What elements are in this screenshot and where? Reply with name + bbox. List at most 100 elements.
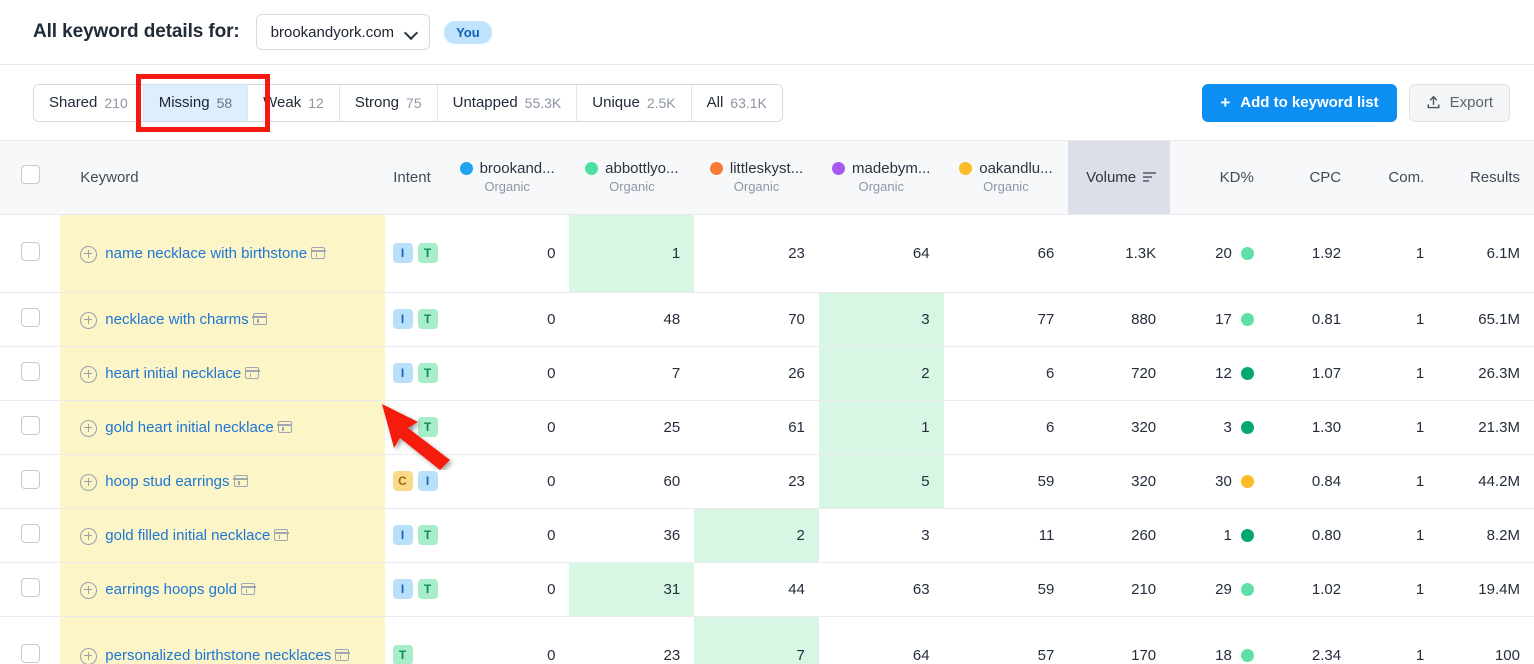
serp-features-icon[interactable] xyxy=(310,246,326,259)
competitor-rank-cell: 0 xyxy=(547,580,556,598)
header-com-cell[interactable]: Com. xyxy=(1355,141,1439,215)
keyword-link[interactable]: gold heart initial necklace xyxy=(105,419,273,436)
export-button[interactable]: Export xyxy=(1408,83,1510,122)
header-competitor-cell-2[interactable]: littleskyst... Organic xyxy=(694,141,819,215)
kd-cell: 29 xyxy=(1170,562,1268,616)
tab-untapped[interactable]: Untapped 55.3K xyxy=(437,84,578,121)
competitor-rank-cell: 7 xyxy=(694,616,819,664)
serp-features-icon[interactable] xyxy=(240,582,256,595)
sort-descending-icon[interactable] xyxy=(1143,172,1157,183)
header-intent-cell[interactable]: Intent xyxy=(384,141,445,215)
tab-missing[interactable]: Missing 58 xyxy=(143,84,249,121)
results-cell: 21.3M xyxy=(1478,418,1520,436)
competitor-rank-cell: 0 xyxy=(547,646,556,664)
add-keyword-icon[interactable] xyxy=(80,527,98,545)
cpc-cell: 1.92 xyxy=(1311,244,1342,262)
add-keyword-icon[interactable] xyxy=(80,647,98,664)
intent-badge-t[interactable]: T xyxy=(417,243,438,263)
keyword-link[interactable]: gold filled initial necklace xyxy=(105,527,270,544)
table-row[interactable]: heart initial necklace I T 0 7 26 2 6 720 12 1.07 1… xyxy=(0,346,1534,400)
intent-badge-t[interactable]: T xyxy=(417,579,438,599)
serp-features-icon[interactable] xyxy=(277,420,293,433)
table-row[interactable]: necklace with charms I T 0 48 70 3 77 880 17 0.81 1… xyxy=(0,292,1534,346)
add-keyword-icon[interactable] xyxy=(80,365,98,383)
table-row[interactable]: gold heart initial necklace I T 0 25 61 1 6 320 3… xyxy=(0,400,1534,454)
tab-weak[interactable]: Weak 12 xyxy=(248,84,340,121)
header-competitor-cell-0[interactable]: brookand... Organic xyxy=(444,141,570,215)
intent-badge-t[interactable]: T xyxy=(417,417,438,437)
add-keyword-icon[interactable] xyxy=(80,419,98,437)
competitor-rank-cell: 6 xyxy=(1045,418,1055,436)
cpc-cell: 0.81 xyxy=(1311,310,1342,328)
row-checkbox[interactable] xyxy=(20,361,40,381)
serp-features-icon[interactable] xyxy=(233,474,249,487)
intent-cell: T xyxy=(385,616,445,664)
keyword-filter-tabs: Shared 210 Missing 58 Weak 12 Strong 75 Untapped… xyxy=(33,83,783,122)
keyword-link[interactable]: heart initial necklace xyxy=(105,365,241,382)
intent-badge-i[interactable]: I xyxy=(392,363,413,383)
serp-features-icon[interactable] xyxy=(273,528,289,541)
tab-strong[interactable]: Strong 75 xyxy=(339,84,438,121)
intent-badge-t[interactable]: T xyxy=(392,645,413,664)
serp-features-icon[interactable] xyxy=(334,648,350,661)
intent-badge-i[interactable]: I xyxy=(392,417,413,437)
table-row[interactable]: personalized birthstone necklaces T 0 23 7 64… xyxy=(0,616,1534,664)
table-row[interactable]: hoop stud earrings C I 0 60 23 5 59 320 30 0.84 1 44… xyxy=(0,454,1534,508)
keyword-link[interactable]: personalized birthstone necklaces xyxy=(105,647,331,664)
table-row[interactable]: name necklace with birthstone I T 0 1 23 64 66 1… xyxy=(0,214,1534,292)
intent-badge-c[interactable]: C xyxy=(392,471,413,491)
add-keyword-icon[interactable] xyxy=(80,311,98,329)
row-checkbox[interactable] xyxy=(20,469,40,489)
tab-shared[interactable]: Shared 210 xyxy=(34,84,144,121)
tab-count: 63.1K xyxy=(730,94,767,111)
keyword-link[interactable]: name necklace with birthstone xyxy=(105,245,307,262)
row-select-cell xyxy=(0,214,60,292)
serp-features-icon[interactable] xyxy=(252,312,268,325)
select-all-checkbox[interactable] xyxy=(20,165,40,185)
header-keyword-cell[interactable]: Keyword xyxy=(60,141,385,215)
table-row[interactable]: earrings hoops gold I T 0 31 44 63 59 210 29 1.02 1… xyxy=(0,562,1534,616)
row-checkbox[interactable] xyxy=(20,643,40,663)
add-keyword-icon[interactable] xyxy=(80,245,98,263)
intent-badge-t[interactable]: T xyxy=(417,309,438,329)
intent-cell: IT xyxy=(385,292,445,346)
header-select-all-cell xyxy=(0,141,61,215)
header-volume-cell[interactable]: Volume xyxy=(1068,141,1171,215)
row-checkbox[interactable] xyxy=(20,523,40,543)
header-cpc-cell[interactable]: CPC xyxy=(1267,141,1356,215)
intent-cell: IT xyxy=(385,562,445,616)
tab-all[interactable]: All 63.1K xyxy=(691,84,782,121)
intent-badge-t[interactable]: T xyxy=(417,363,438,383)
add-keyword-icon[interactable] xyxy=(80,581,98,599)
intent-badge-i[interactable]: I xyxy=(392,579,413,599)
header-competitor-cell-1[interactable]: abbottlyo... Organic xyxy=(569,141,695,215)
competitor-rank-cell: 23 xyxy=(663,646,681,664)
row-checkbox[interactable] xyxy=(20,577,40,597)
table-row[interactable]: gold filled initial necklace I T 0 36 2 3 11 260… xyxy=(0,508,1534,562)
intent-badge-i[interactable]: I xyxy=(392,525,413,545)
header-kd-cell[interactable]: KD% xyxy=(1170,141,1268,215)
keyword-link[interactable]: necklace with charms xyxy=(105,311,248,328)
header-results-cell[interactable]: Results xyxy=(1438,141,1534,215)
intent-badge-i[interactable]: I xyxy=(392,309,413,329)
header-competitor-cell-4[interactable]: oakandlu... Organic xyxy=(943,141,1069,215)
intent-badge-i[interactable]: I xyxy=(392,243,413,263)
competitor-rank-cell: 0 xyxy=(547,244,556,262)
competitor-channel: Organic xyxy=(484,179,530,195)
header-competitor-cell-3[interactable]: madebym... Organic xyxy=(818,141,944,215)
add-to-keyword-list-button[interactable]: + Add to keyword list xyxy=(1202,83,1397,122)
domain-select[interactable]: brookandyork.com xyxy=(255,14,431,50)
keyword-link[interactable]: earrings hoops gold xyxy=(105,581,237,598)
intent-badge-i[interactable]: I xyxy=(417,471,438,491)
competitor-color-dot xyxy=(832,162,846,176)
row-checkbox[interactable] xyxy=(20,241,40,261)
row-checkbox[interactable] xyxy=(20,415,40,435)
row-checkbox[interactable] xyxy=(20,307,40,327)
serp-features-icon[interactable] xyxy=(244,366,260,379)
tab-unique[interactable]: Unique 2.5K xyxy=(577,84,692,121)
results-cell: 26.3M xyxy=(1478,364,1520,382)
keyword-link[interactable]: hoop stud earrings xyxy=(105,473,229,490)
intent-badge-t[interactable]: T xyxy=(417,525,438,545)
add-keyword-icon[interactable] xyxy=(80,473,98,491)
com-cell: 1 xyxy=(1415,310,1425,328)
